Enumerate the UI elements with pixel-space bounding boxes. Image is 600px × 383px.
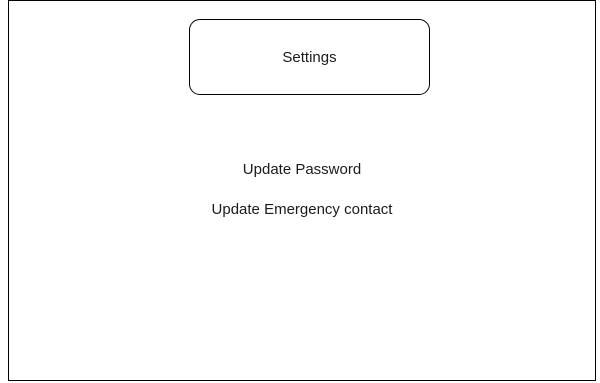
page-title: Settings	[282, 48, 337, 66]
menu-item-update-password[interactable]: Update Password	[9, 161, 595, 179]
menu-item-label[interactable]: Update Password	[243, 161, 361, 178]
page-title-box: Settings	[189, 19, 430, 95]
menu-item-label[interactable]: Update Emergency contact	[212, 201, 393, 218]
settings-screen: Settings Update Password Update Emergenc…	[8, 0, 596, 381]
menu-item-update-emergency-contact[interactable]: Update Emergency contact	[9, 201, 595, 219]
